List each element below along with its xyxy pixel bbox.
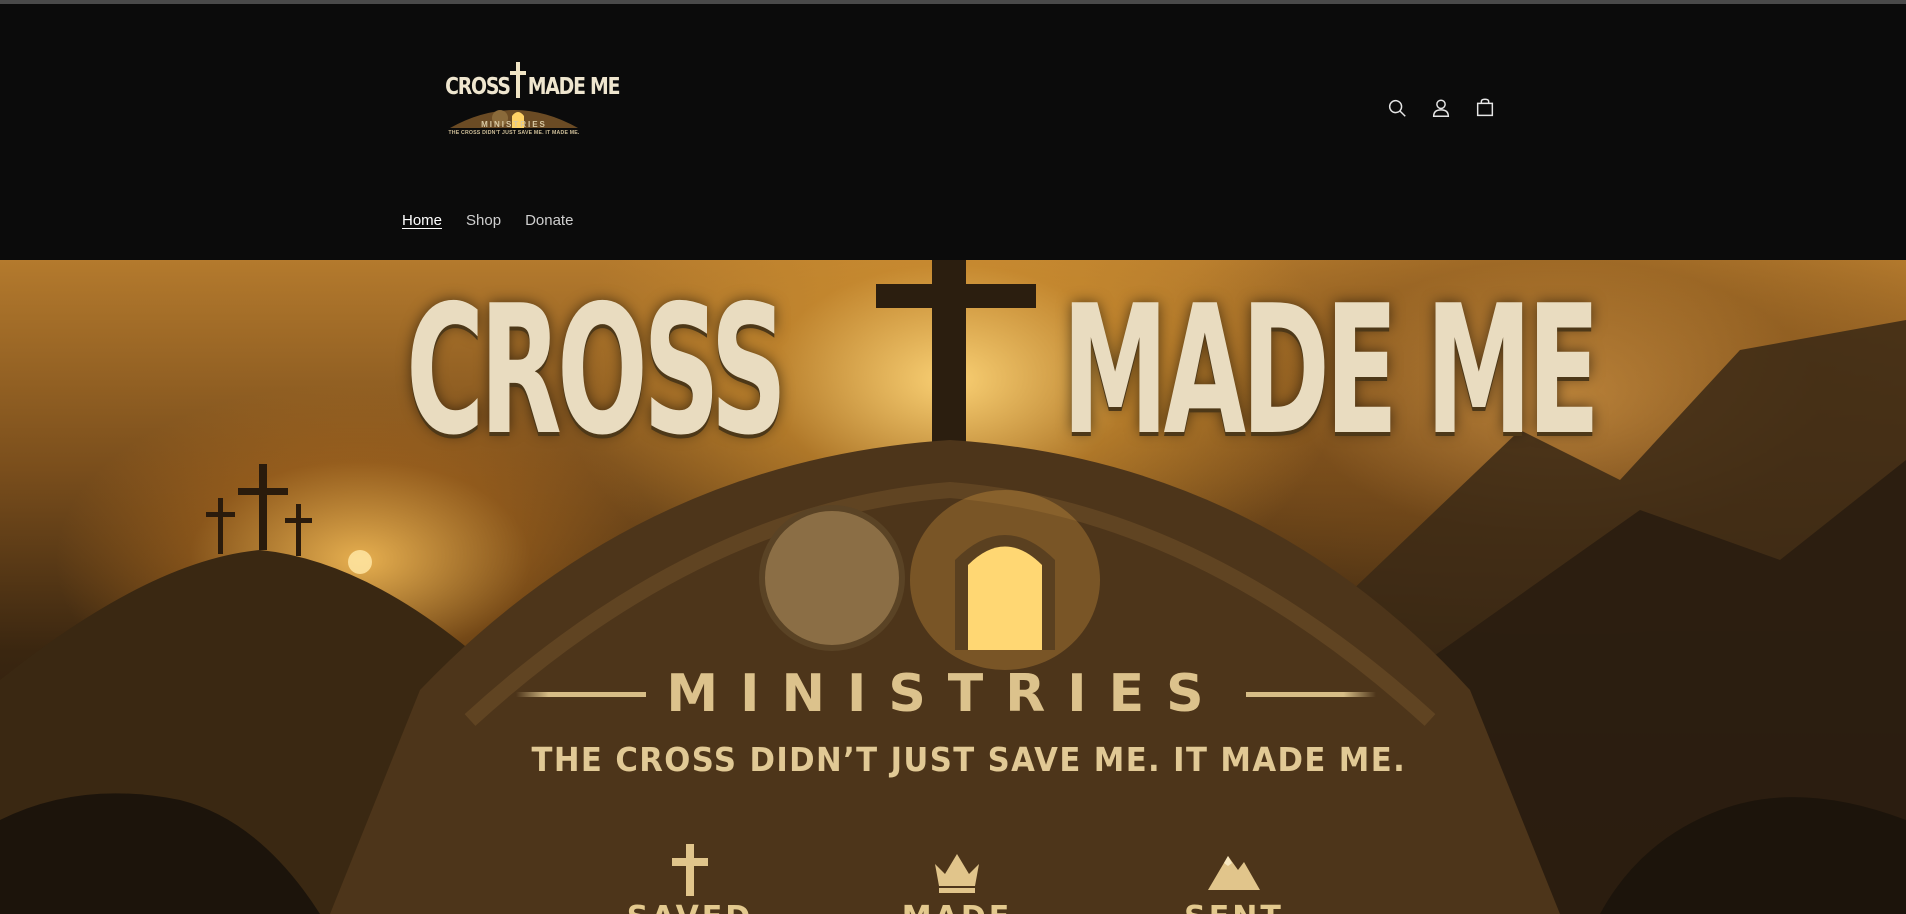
site-logo[interactable]: CROSS MADE ME MINISTRIES THE CROSS DIDN'T… [430,46,620,142]
pillar-made: MADE [887,842,1027,914]
divider-left [516,692,646,697]
hero-tagline: THE CROSS DIDN’T JUST SAVE ME. IT MADE M… [531,740,1407,779]
pillar-label: SENT [1164,898,1304,914]
pillar-label: SAVED [620,898,760,914]
logo-subtitle: MINISTRIES [481,120,547,129]
logo-tagline: THE CROSS DIDN'T JUST SAVE ME. IT MADE M… [448,130,580,136]
pillar-saved: SAVED [620,842,760,914]
site-header: CROSS MADE ME MINISTRIES THE CROSS DIDN'T… [0,4,1906,260]
pillar-label: MADE [887,898,1027,914]
hero-background-scene [0,260,1906,914]
cart-button[interactable] [1471,94,1499,122]
hero-title-right: MADE ME [1062,267,1600,474]
account-button[interactable] [1427,94,1455,122]
hero-title-left: CROSS [406,267,787,474]
main-nav: Home Shop Donate [402,212,573,229]
search-button[interactable] [1383,94,1411,122]
mountain-icon [1208,856,1260,890]
logo-title: CROSS MADE ME [445,74,620,100]
nav-item-home[interactable]: Home [402,212,442,229]
account-icon [1432,99,1450,117]
pillar-sent: SENT [1164,842,1304,914]
hero-banner: CROSS MADE ME MINISTRIES THE CROSS DIDN’… [0,260,1906,914]
nav-item-shop[interactable]: Shop [466,212,501,229]
divider-right [1246,692,1376,697]
nav-item-donate[interactable]: Donate [525,212,573,229]
cart-icon [1476,98,1494,117]
crown-icon [935,854,979,893]
search-icon [1388,99,1406,117]
hero-subtitle-row: MINISTRIES [516,666,1376,722]
hero-subtitle: MINISTRIES [666,664,1226,724]
cross-icon [672,844,708,896]
